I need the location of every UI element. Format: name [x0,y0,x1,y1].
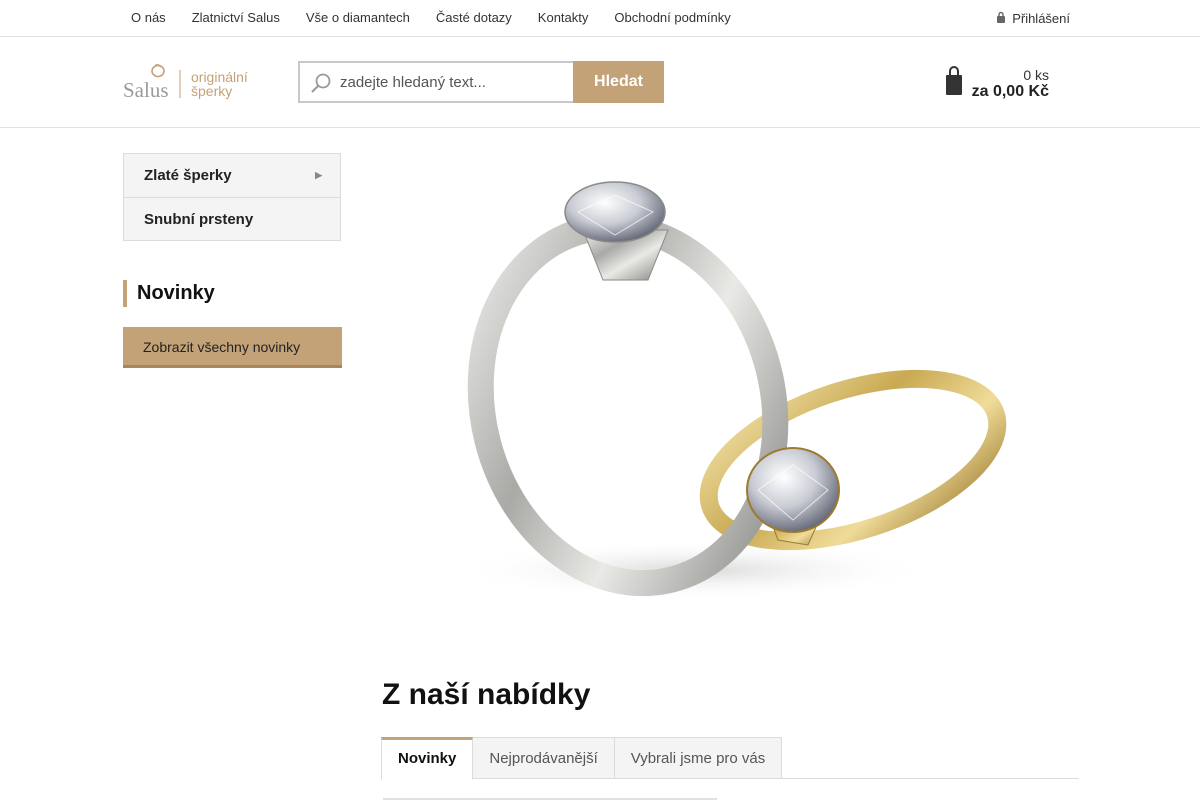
search-form: Hledat [298,61,664,103]
category-menu: Zlaté šperky ▶ Snubní prsteny [123,153,341,241]
nav-link-podminky[interactable]: Obchodní podmínky [601,0,743,36]
logo-tagline-2: šperky [191,83,232,99]
news-heading: Novinky [123,280,215,307]
shopping-bag-icon [946,66,962,95]
tab-vybrali-jsme[interactable]: Vybrali jsme pro vás [614,737,783,779]
search-box [298,61,573,103]
top-bar: O nás Zlatnictví Salus Vše o diamantech … [0,0,1200,37]
top-navigation: O nás Zlatnictví Salus Vše o diamantech … [118,0,744,36]
category-item-zlate-sperky[interactable]: Zlaté šperky ▶ [124,154,340,197]
category-label: Snubní prsteny [144,211,254,228]
logo-brand: Salus [123,78,169,100]
rings-banner-image[interactable] [443,150,1015,610]
login-link[interactable]: Přihlášení [996,0,1070,36]
site-logo[interactable]: Salus originální šperky [123,64,263,102]
site-header: Salus originální šperky Hledat 0 ks za 0… [0,37,1200,128]
search-icon [311,73,331,93]
nav-link-zlatnictvi[interactable]: Zlatnictví Salus [179,0,293,36]
category-label: Zlaté šperky [144,167,232,184]
cart-quantity: 0 ks [1023,67,1049,83]
search-input[interactable] [340,63,570,101]
product-tabs: Novinky Nejprodávanější Vybrali jsme pro… [381,737,1079,780]
tab-novinky[interactable]: Novinky [381,737,474,780]
nav-link-kontakty[interactable]: Kontakty [525,0,602,36]
cart-total: za 0,00 Kč [971,83,1049,100]
cart-widget[interactable]: 0 ks za 0,00 Kč [940,65,1050,105]
nav-link-faq[interactable]: Časté dotazy [423,0,525,36]
section-title: Z naší nabídky [382,678,591,711]
show-all-news-button[interactable]: Zobrazit všechny novinky [123,327,342,368]
category-item-snubni-prsteny[interactable]: Snubní prsteny [124,197,340,240]
tab-nejprodavanejsi[interactable]: Nejprodávanější [473,737,615,779]
nav-link-diamanty[interactable]: Vše o diamantech [293,0,423,36]
login-label: Přihlášení [1012,10,1070,26]
search-button[interactable]: Hledat [573,61,664,103]
chevron-right-icon: ▶ [315,170,322,180]
lock-icon [996,11,1006,26]
nav-link-o-nas[interactable]: O nás [118,0,179,36]
